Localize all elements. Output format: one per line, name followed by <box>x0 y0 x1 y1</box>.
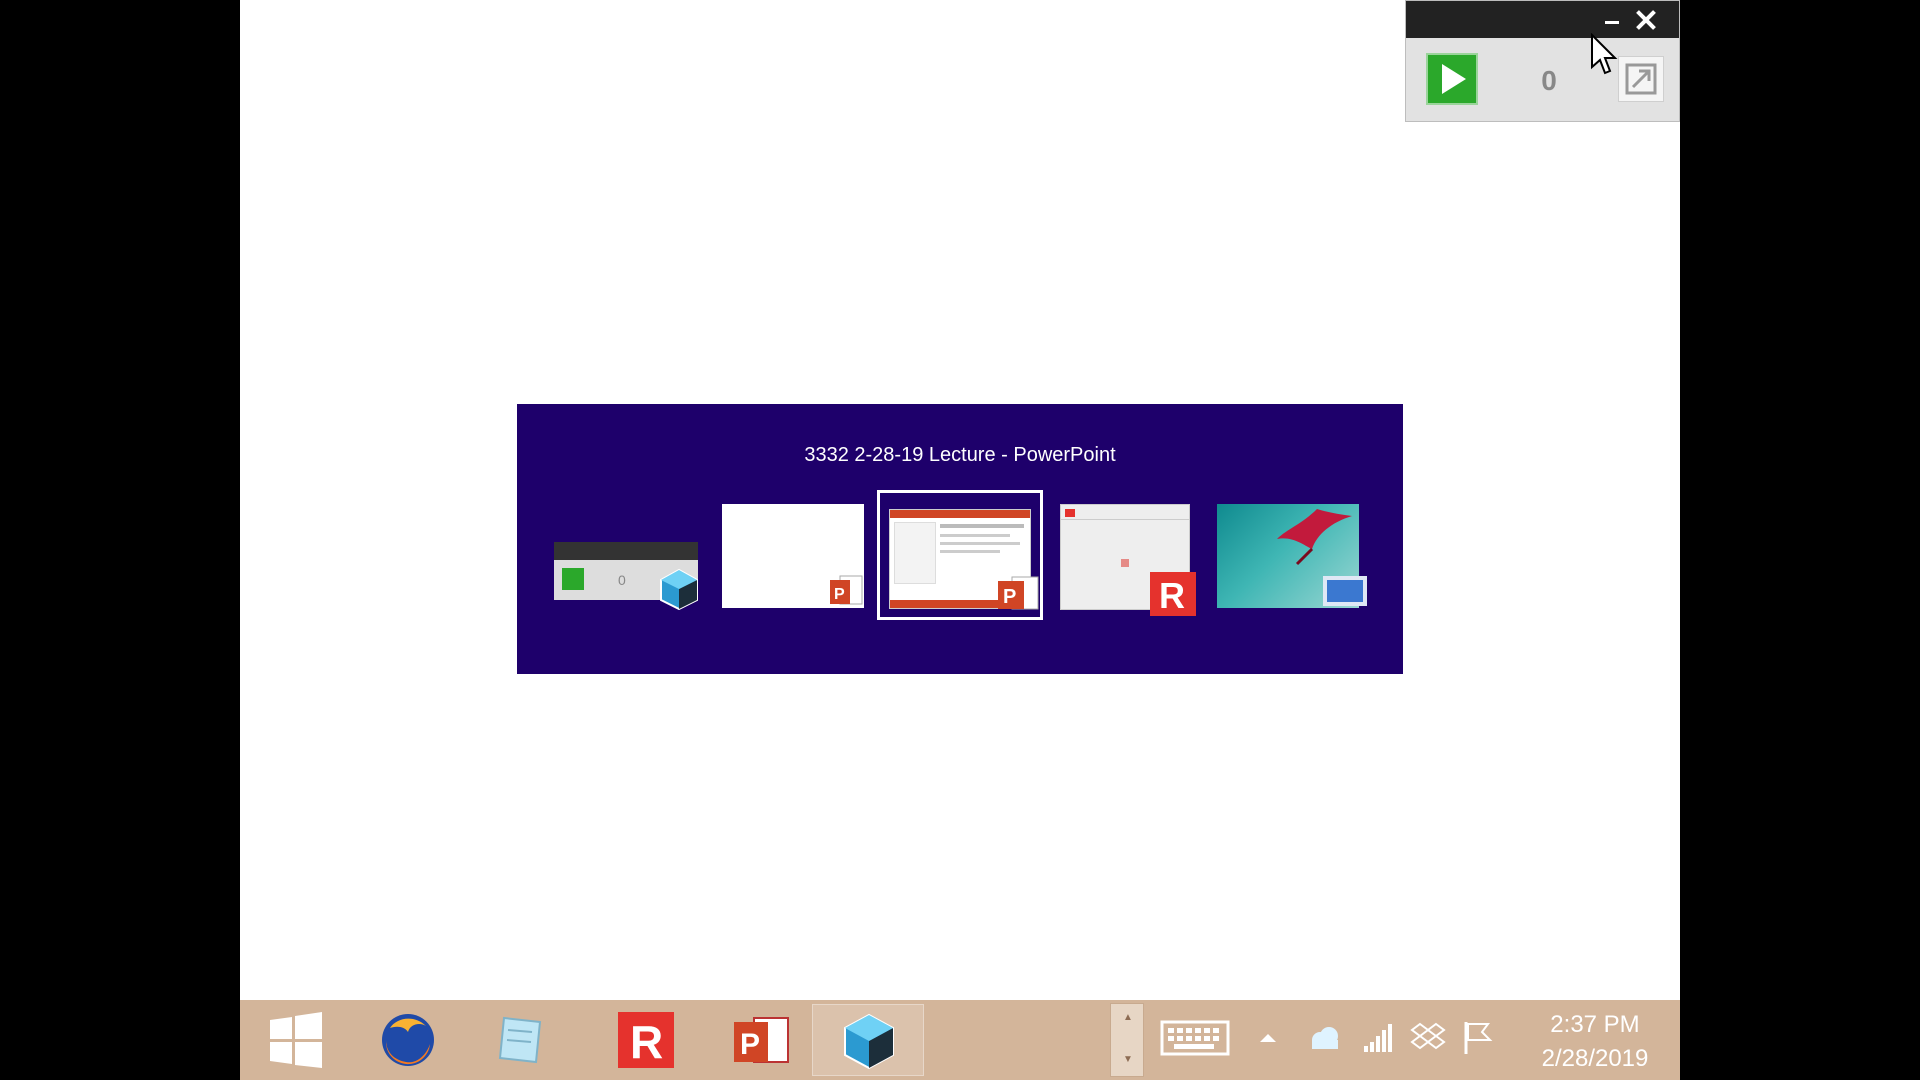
thumb-powerpoint-blank[interactable]: P <box>722 500 867 612</box>
minimize-icon[interactable] <box>1605 21 1619 24</box>
desktop-icon <box>1323 576 1367 606</box>
close-icon[interactable] <box>1633 7 1659 33</box>
dropbox-icon[interactable] <box>1408 1018 1448 1058</box>
taskbar-powerpoint[interactable]: P <box>706 1004 818 1076</box>
svg-text:P: P <box>740 1028 760 1061</box>
cube-app-icon <box>660 568 698 610</box>
svg-text:R: R <box>1159 575 1185 616</box>
windows-icon <box>270 1012 322 1068</box>
mouse-cursor-icon <box>1591 33 1618 75</box>
thumb-counter: 0 <box>618 572 626 588</box>
recorder-widget: 0 <box>1405 0 1680 122</box>
powerpoint-icon: P <box>734 1017 789 1063</box>
chevron-up-icon[interactable] <box>1248 1018 1288 1058</box>
firefox-icon <box>382 1014 434 1066</box>
thumb-recorder-widget[interactable]: 0 <box>554 542 704 610</box>
taskbar: R P ▲ ▼ 2:37 PM 2/28/2019 <box>240 1000 1680 1080</box>
powerpoint-icon: P <box>998 576 1039 610</box>
taskbar-r-app[interactable]: R <box>590 1004 702 1076</box>
thumb-r-app[interactable]: R <box>1060 500 1200 616</box>
desktop-screen: 0 3332 2-28-19 Lecture - PowerPoint 0 P … <box>240 0 1680 1080</box>
cube-app-icon <box>844 1013 894 1069</box>
powerpoint-icon: P <box>830 575 863 605</box>
task-switcher: 3332 2-28-19 Lecture - PowerPoint 0 P P … <box>517 404 1403 674</box>
svg-text:P: P <box>1003 586 1016 608</box>
switcher-title: 3332 2-28-19 Lecture - PowerPoint <box>804 444 1116 466</box>
keyboard-icon[interactable] <box>1160 1018 1230 1058</box>
start-button[interactable] <box>240 1004 352 1076</box>
taskbar-firefox[interactable] <box>352 1004 464 1076</box>
signal-icon[interactable] <box>1358 1018 1398 1058</box>
clock-date: 2/28/2019 <box>1541 1045 1649 1072</box>
svg-text:P: P <box>834 586 845 603</box>
thumb-desktop[interactable] <box>1217 500 1369 616</box>
taskbar-scroll[interactable]: ▲ ▼ <box>1110 1003 1144 1077</box>
cloud-icon[interactable] <box>1304 1018 1344 1058</box>
taskbar-clock[interactable]: 2:37 PM 2/28/2019 <box>1520 1008 1670 1076</box>
widget-titlebar[interactable] <box>1406 1 1679 38</box>
thumb-powerpoint-lecture[interactable]: P <box>877 490 1043 620</box>
taskbar-cube-app[interactable] <box>812 1004 924 1076</box>
flag-icon[interactable] <box>1458 1018 1498 1058</box>
r-app-icon: R <box>618 1012 674 1068</box>
taskbar-notepad[interactable] <box>464 1004 576 1076</box>
notepad-icon <box>498 1016 542 1064</box>
svg-text:R: R <box>630 1016 663 1068</box>
clock-time: 2:37 PM <box>1550 1011 1640 1038</box>
r-app-icon: R <box>1150 572 1196 616</box>
widget-counter: 0 <box>1541 65 1557 96</box>
play-icon[interactable] <box>1426 53 1478 105</box>
expand-icon[interactable] <box>1618 56 1664 102</box>
